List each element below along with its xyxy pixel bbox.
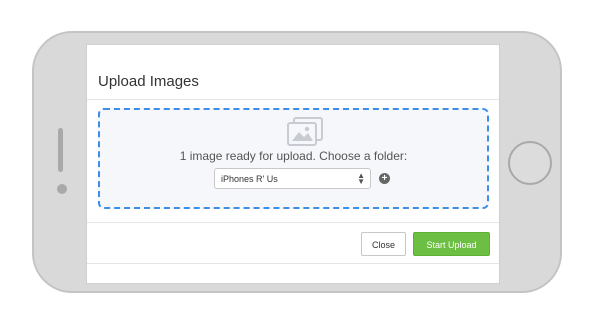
phone-screen: Upload Images 1 image ready for upload. … (86, 44, 500, 284)
folder-select-value: iPhones R' Us (221, 174, 278, 184)
phone-speaker (58, 128, 63, 172)
upload-status-text: 1 image ready for upload. Choose a folde… (179, 149, 408, 163)
folder-select[interactable]: iPhones R' Us ▲ ▼ (214, 168, 371, 189)
upload-dropzone[interactable]: 1 image ready for upload. Choose a folde… (98, 108, 489, 209)
plus-circle-icon[interactable]: + (379, 173, 390, 184)
images-icon (287, 117, 323, 146)
modal-footer: Close Start Upload (87, 222, 499, 264)
modal-title: Upload Images (98, 73, 199, 90)
up-down-arrows-icon: ▲ ▼ (357, 171, 365, 186)
close-button[interactable]: Close (361, 232, 406, 256)
home-button (508, 141, 552, 185)
phone-camera (57, 184, 67, 194)
modal-header: Upload Images (87, 62, 499, 100)
start-upload-button[interactable]: Start Upload (413, 232, 490, 256)
